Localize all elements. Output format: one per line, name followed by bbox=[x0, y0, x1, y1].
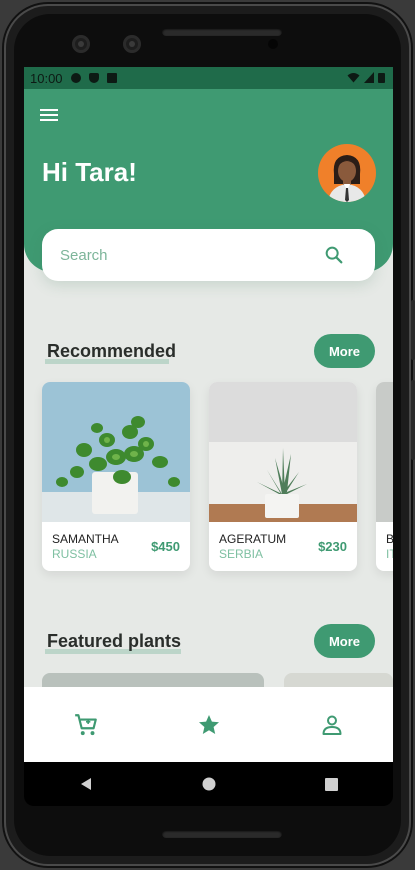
top-speaker bbox=[162, 28, 282, 36]
plant-photo bbox=[209, 382, 357, 522]
search-input[interactable] bbox=[60, 246, 323, 264]
battery-icon bbox=[378, 73, 385, 83]
plant-photo bbox=[376, 382, 393, 522]
plant-country: RUSSIA bbox=[52, 547, 97, 561]
recents-icon[interactable] bbox=[317, 769, 347, 799]
featured-more-button[interactable]: More bbox=[314, 624, 375, 658]
search-bar[interactable] bbox=[42, 229, 375, 281]
plant-photo bbox=[42, 382, 190, 522]
signal-icon bbox=[364, 72, 374, 83]
android-navigation-bar bbox=[24, 762, 393, 806]
menu-icon[interactable] bbox=[40, 109, 60, 123]
app-screen: 10:00 Hi Tara! Search Recommended More S… bbox=[24, 67, 393, 762]
bottom-navigation bbox=[24, 687, 393, 762]
greeting-title: Hi Tara! bbox=[42, 157, 137, 187]
recommended-section-title: Recommended bbox=[45, 341, 176, 364]
volume-button bbox=[411, 380, 415, 460]
plant-name: SAMANTHA bbox=[52, 532, 119, 546]
star-icon[interactable] bbox=[189, 705, 229, 745]
featured-section-title: Featured plants bbox=[45, 631, 181, 654]
back-icon[interactable] bbox=[71, 769, 101, 799]
settings-status-icon bbox=[70, 73, 81, 83]
plant-price: $450 bbox=[151, 539, 180, 554]
shield-status-icon bbox=[88, 73, 99, 83]
wifi-icon bbox=[347, 73, 360, 83]
user-avatar-icon bbox=[328, 155, 366, 202]
status-time: 10:00 bbox=[30, 70, 63, 86]
power-button bbox=[411, 300, 415, 360]
cart-icon[interactable] bbox=[66, 705, 106, 745]
status-bar: 10:00 bbox=[24, 67, 393, 89]
plant-price: $230 bbox=[318, 539, 347, 554]
recommended-more-button[interactable]: More bbox=[314, 334, 375, 368]
person-icon[interactable] bbox=[312, 705, 352, 745]
proximity-sensor bbox=[268, 39, 278, 49]
plant-card[interactable]: AGERATUM SERBIA $230 bbox=[209, 382, 357, 571]
plant-country: IT bbox=[386, 547, 393, 561]
front-camera bbox=[72, 35, 90, 53]
plant-country: SERBIA bbox=[219, 547, 264, 561]
home-icon[interactable] bbox=[194, 769, 224, 799]
sim-status-icon bbox=[106, 73, 117, 83]
avatar[interactable] bbox=[318, 144, 376, 202]
plant-name: AGERATUM bbox=[219, 532, 287, 546]
front-camera-secondary bbox=[123, 35, 141, 53]
plant-card[interactable]: SAMANTHA RUSSIA $450 bbox=[42, 382, 190, 571]
bottom-speaker bbox=[162, 830, 282, 838]
plant-name: B bbox=[386, 532, 393, 546]
search-icon[interactable] bbox=[323, 244, 345, 266]
plant-card[interactable]: B IT bbox=[376, 382, 393, 571]
